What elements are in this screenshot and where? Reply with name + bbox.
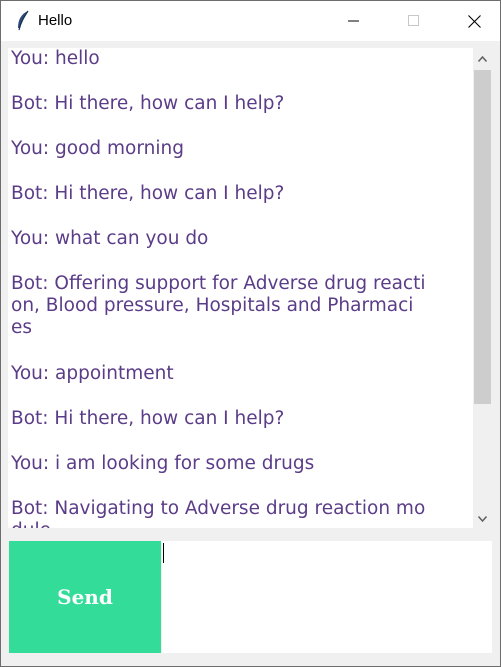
chat-message: Bot: Hi there, how can I help?: [11, 408, 285, 429]
maximize-button[interactable]: [391, 1, 437, 41]
minimize-button[interactable]: [331, 1, 377, 41]
chat-scrollbar[interactable]: [473, 48, 492, 528]
chat-message: Bot: Hi there, how can I help?: [11, 93, 285, 114]
chat-message: Bot: Hi there, how can I help?: [11, 183, 285, 204]
window-title: Hello: [38, 12, 73, 29]
chevron-down-icon: [478, 516, 487, 522]
chat-message: Bot: Offering support for Adverse drug r…: [11, 273, 426, 338]
scroll-thumb[interactable]: [474, 70, 491, 404]
minimize-icon: [348, 20, 359, 22]
close-icon: [468, 15, 481, 28]
chat-log[interactable]: You: hello Bot: Hi there, how can I help…: [8, 48, 473, 528]
send-button[interactable]: Send: [9, 541, 161, 653]
chat-message: You: appointment: [11, 363, 174, 384]
scroll-up-button[interactable]: [473, 50, 492, 68]
chat-message: You: what can you do: [11, 228, 209, 249]
chat-message: You: good morning: [11, 138, 184, 159]
feather-icon: [15, 10, 31, 32]
text-caret: [163, 543, 164, 563]
scroll-down-button[interactable]: [473, 510, 492, 528]
title-bar[interactable]: Hello: [1, 1, 500, 41]
chat-message: Bot: Navigating to Adverse drug reaction…: [11, 498, 426, 528]
close-button[interactable]: [451, 1, 497, 41]
chevron-up-icon: [478, 56, 487, 62]
chat-message: You: hello: [11, 48, 100, 69]
maximize-icon: [408, 15, 419, 26]
chat-message: You: i am looking for some drugs: [11, 453, 315, 474]
message-input[interactable]: [162, 541, 492, 653]
